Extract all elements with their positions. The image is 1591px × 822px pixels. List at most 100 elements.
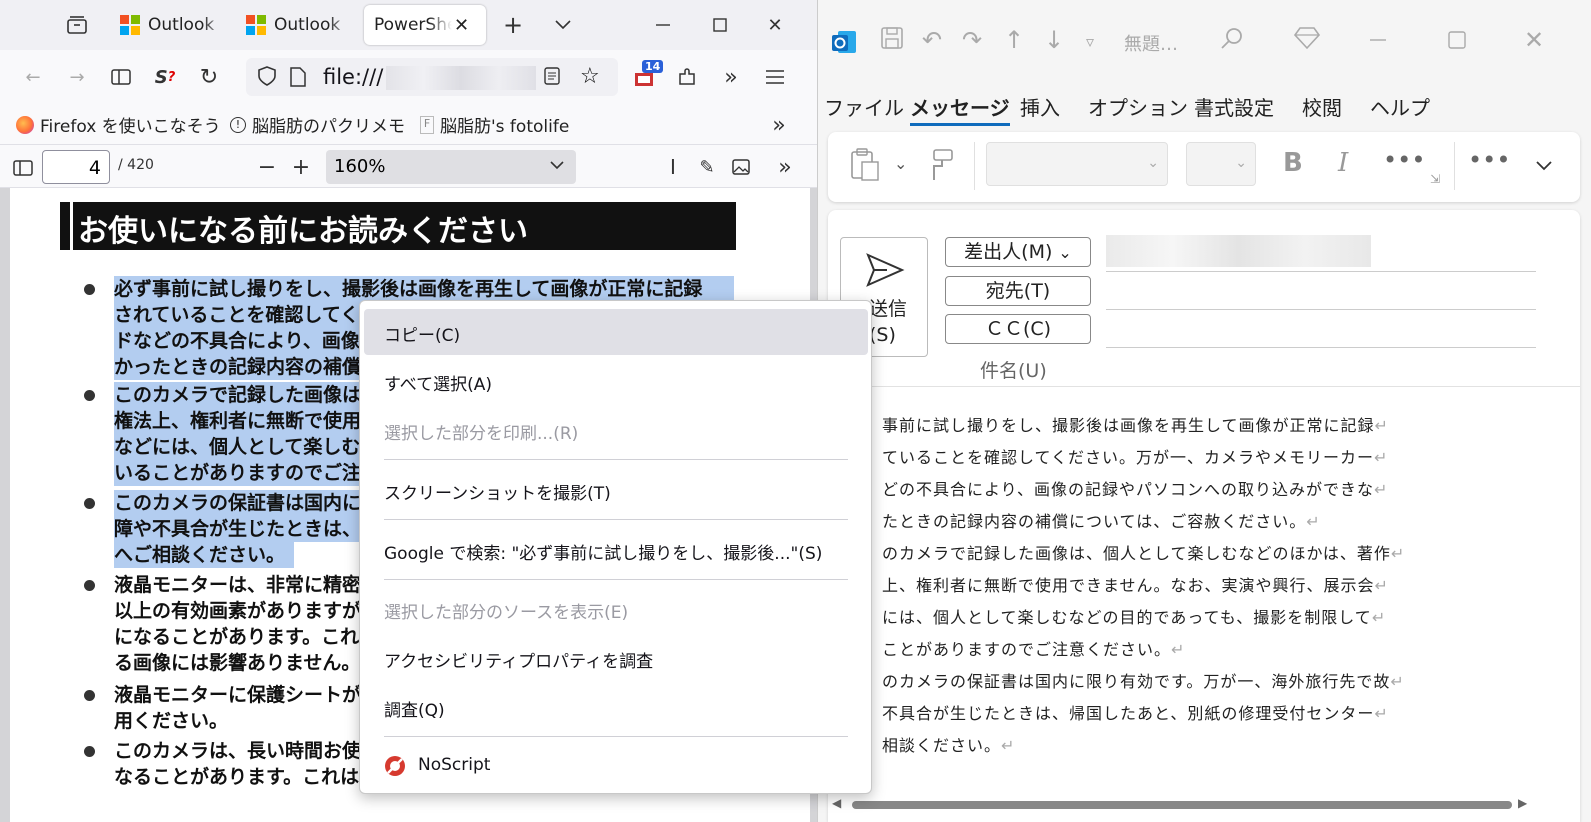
ribbon-separator: [974, 142, 975, 190]
message-body[interactable]: 事前に試し撮りをし、撮影後は画像を再生して画像が正常に記録↵ ていることを確認し…: [828, 400, 1580, 790]
font-size-select[interactable]: ⌄: [1186, 142, 1256, 186]
arrow-down-icon[interactable]: ↓: [1044, 26, 1064, 54]
menu-item-screenshot[interactable]: スクリーンショットを撮影(T): [364, 467, 868, 513]
search-icon[interactable]: [1220, 26, 1244, 56]
url-bar[interactable]: file:/// ☆: [246, 58, 618, 96]
chevron-down-icon[interactable]: [550, 12, 576, 38]
tab-powershell[interactable]: PowerShell ✕: [364, 5, 486, 45]
tab-file[interactable]: ファイル: [824, 92, 904, 121]
horizontal-scrollbar[interactable]: ◀ ▶: [828, 794, 1580, 814]
new-tab-icon[interactable]: +: [500, 11, 526, 39]
back-icon[interactable]: ←: [20, 64, 46, 90]
chevron-down-icon: ⌄: [1058, 243, 1072, 262]
paragraph-mark: ↵: [1374, 416, 1389, 435]
menu-item-inspect[interactable]: 調査(Q): [364, 684, 868, 730]
redo-icon[interactable]: ↷: [962, 26, 982, 54]
pdf-line: このカメラの保証書は国内に: [114, 490, 374, 516]
italic-icon[interactable]: I: [1338, 148, 1348, 178]
tab-outlook-2[interactable]: Outlook: [236, 5, 362, 45]
tab-insert[interactable]: 挿入: [1020, 92, 1060, 121]
expand-ribbon-icon[interactable]: [1536, 156, 1552, 175]
extension-badge-icon[interactable]: 14: [630, 60, 664, 92]
bookmark-fotolife[interactable]: F 脳脂肪's fotolife: [420, 112, 569, 137]
cc-field[interactable]: [1106, 347, 1536, 348]
menu-item-copy[interactable]: コピー(C): [364, 309, 868, 355]
maximize-icon[interactable]: [1448, 26, 1466, 56]
noscript-s-icon[interactable]: S?: [152, 64, 178, 90]
from-button[interactable]: 差出人(M) ⌄: [945, 237, 1091, 267]
minimize-icon[interactable]: [1370, 26, 1386, 56]
subject-field[interactable]: [828, 386, 1580, 387]
body-line: には、個人として楽しむなどの目的であっても、撮影を制限して↵: [882, 604, 1386, 628]
bookmark-label: Firefox を使いこなそう: [40, 117, 221, 137]
hamburger-menu-icon[interactable]: [762, 64, 788, 90]
shield-icon[interactable]: [258, 66, 276, 90]
zoom-in-icon[interactable]: +: [288, 154, 314, 180]
navigation-toolbar: ← → S? ↻ file:/// ☆ 14 »: [0, 50, 817, 104]
toolbar-overflow-icon[interactable]: »: [772, 154, 798, 180]
bookmark-memo[interactable]: ! 脳脂肪のパクリメモ: [230, 112, 405, 137]
close-tab-icon[interactable]: ✕: [454, 15, 469, 36]
pdf-heading: お使いになる前にお読みください: [60, 202, 736, 250]
close-icon[interactable]: ✕: [762, 12, 788, 38]
scrollbar-thumb[interactable]: [852, 801, 1512, 809]
bookmark-star-icon[interactable]: ☆: [580, 64, 600, 89]
tab-review[interactable]: 校閲: [1302, 92, 1342, 121]
tab-message[interactable]: メッセージ: [910, 92, 1010, 126]
pdf-line: このカメラで記録した画像は: [114, 382, 374, 408]
tab-options[interactable]: オプション: [1088, 92, 1188, 121]
to-button[interactable]: 宛先(T): [945, 276, 1091, 306]
diamond-icon[interactable]: [1293, 26, 1321, 56]
customize-quick-access-icon[interactable]: ▿: [1086, 32, 1094, 51]
body-text: 相談ください。: [882, 736, 1002, 755]
to-field[interactable]: [1106, 309, 1536, 310]
bookmarks-overflow-icon[interactable]: »: [766, 112, 792, 138]
menu-item-inspect-accessibility[interactable]: アクセシビリティプロパティを調査: [364, 635, 868, 681]
reader-mode-icon[interactable]: [544, 67, 560, 89]
page-number-input[interactable]: 4: [42, 150, 110, 184]
menu-item-print-selection[interactable]: 選択した部分を印刷...(R): [364, 407, 868, 453]
scroll-right-icon[interactable]: ▶: [1518, 796, 1527, 810]
scroll-left-icon[interactable]: ◀: [832, 796, 841, 810]
zoom-select[interactable]: 160%: [326, 150, 576, 184]
dialog-launcher-icon[interactable]: ⇲: [1430, 172, 1440, 186]
reader-view-icon[interactable]: [108, 64, 134, 90]
from-line: [1106, 271, 1536, 272]
ribbon: ⌄ ⌄ ⌄ B I ••• ⇲ •••: [828, 132, 1580, 202]
overflow-chevrons-icon[interactable]: »: [718, 64, 744, 90]
reload-icon[interactable]: ↻: [196, 64, 222, 90]
bookmark-firefox[interactable]: Firefox を使いこなそう: [16, 112, 221, 137]
menu-item-google-search[interactable]: Google で検索: "必ず事前に試し撮りをし、撮影後..."(S): [364, 527, 868, 573]
cc-button[interactable]: ＣＣ(C): [945, 314, 1091, 344]
menu-item-view-source[interactable]: 選択した部分のソースを表示(E): [364, 586, 868, 632]
draw-pen-icon[interactable]: ✎: [694, 154, 720, 180]
minimize-icon[interactable]: [650, 12, 676, 38]
paste-icon[interactable]: [848, 148, 880, 186]
zoom-out-icon[interactable]: −: [254, 154, 280, 180]
bold-icon[interactable]: B: [1283, 148, 1303, 178]
insert-image-icon[interactable]: [728, 154, 754, 180]
format-painter-icon[interactable]: [924, 148, 956, 186]
tab-help[interactable]: ヘルプ: [1370, 92, 1430, 121]
ribbon-separator: [1454, 142, 1455, 190]
chevron-down-icon: [550, 154, 564, 181]
more-options-icon[interactable]: •••: [1468, 146, 1510, 174]
extensions-puzzle-icon[interactable]: [674, 64, 700, 90]
more-format-icon[interactable]: •••: [1383, 146, 1425, 174]
sidebar-toggle-icon[interactable]: [10, 155, 36, 181]
font-family-select[interactable]: ⌄: [986, 142, 1168, 186]
menu-item-select-all[interactable]: すべて選択(A): [364, 358, 868, 404]
close-icon[interactable]: ✕: [1524, 26, 1544, 54]
send-label-line2: (S): [869, 324, 896, 346]
maximize-icon[interactable]: [707, 12, 733, 38]
arrow-up-icon[interactable]: ↑: [1004, 26, 1024, 54]
save-icon[interactable]: [880, 26, 904, 56]
tab-outlook-1[interactable]: Outlook: [110, 5, 236, 45]
chevron-down-icon[interactable]: ⌄: [894, 154, 907, 173]
undo-icon[interactable]: ↶: [922, 26, 942, 54]
tab-format[interactable]: 書式設定: [1194, 92, 1274, 121]
forward-icon[interactable]: →: [64, 64, 90, 90]
text-cursor-icon[interactable]: I: [660, 154, 686, 180]
menu-item-noscript[interactable]: NoScript: [364, 743, 868, 789]
tab-list-icon[interactable]: [60, 12, 94, 38]
